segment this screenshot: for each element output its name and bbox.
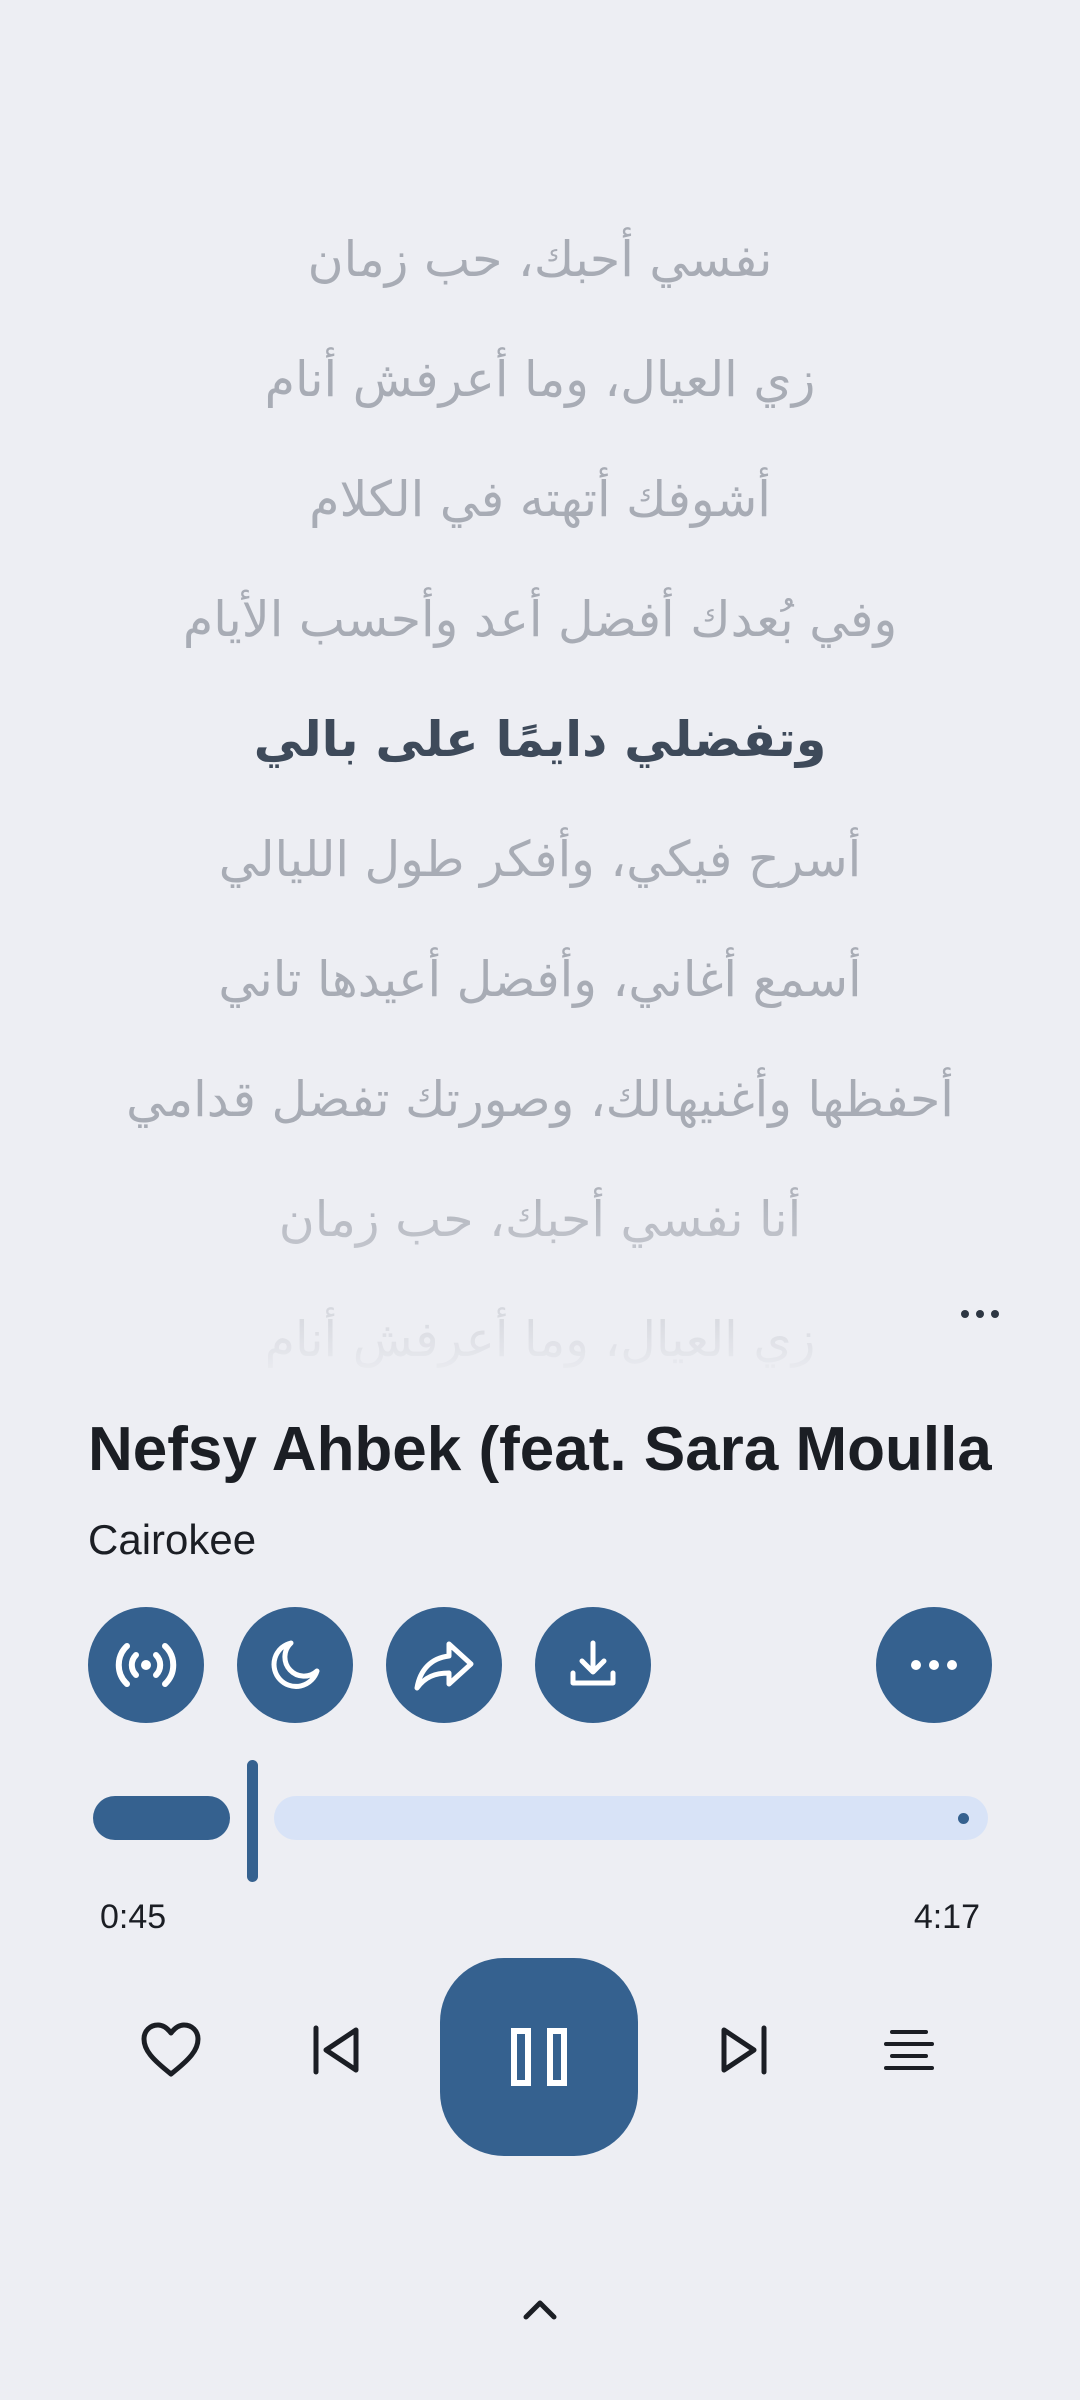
more-icon [911, 1660, 957, 1670]
dot [976, 1310, 984, 1318]
track-title[interactable]: Nefsy Ahbek (feat. Sara Moullablad) [88, 1410, 992, 1490]
total-time: 4:17 [913, 1898, 980, 1936]
download-button[interactable] [535, 1607, 651, 1723]
dot [961, 1310, 969, 1318]
broadcast-button[interactable] [88, 1607, 204, 1723]
favorite-button[interactable] [121, 2000, 221, 2100]
seek-remaining-track [274, 1796, 988, 1840]
seek-bar[interactable] [88, 1760, 992, 1882]
lyrics-button[interactable] [859, 2000, 959, 2100]
chevron-up-icon [523, 2300, 557, 2320]
seek-thumb[interactable] [247, 1760, 258, 1882]
heart-icon [141, 2022, 201, 2077]
lyric-line[interactable]: أنا نفسي أحبك، حب زمان [0, 1160, 1080, 1280]
broadcast-icon [115, 1643, 177, 1687]
dot [991, 1310, 999, 1318]
lyrics-view[interactable]: نفسي أحبك، حب زمان زي العيال، وما أعرفش … [0, 200, 1080, 1380]
next-button[interactable] [694, 2000, 794, 2100]
seek-end-dot [958, 1813, 969, 1824]
download-icon [570, 1640, 616, 1686]
previous-button[interactable] [286, 2000, 386, 2100]
pause-button[interactable] [440, 1958, 638, 2156]
lyrics-more-button[interactable] [950, 1294, 1010, 1334]
lyric-line-current[interactable]: وتفضلي دايمًا على بالي [0, 680, 1080, 800]
skip-previous-icon [313, 2025, 359, 2075]
lyric-line[interactable]: نفسي أحبك، حب زمان [0, 200, 1080, 320]
pause-icon [511, 2028, 567, 2086]
lyric-line[interactable]: زي العيال، وما أعرفش أنام [0, 1280, 1080, 1380]
skip-next-icon [721, 2025, 767, 2075]
seek-played-track [93, 1796, 230, 1840]
share-button[interactable] [386, 1607, 502, 1723]
lyrics-icon [884, 2030, 934, 2070]
share-icon [414, 1641, 474, 1691]
lyric-line[interactable]: أحفظها وأغنيهالك، وصورتك تفضل قدامي [0, 1040, 1080, 1160]
lyric-line[interactable]: أسرح فيكي، وأفكر طول الليالي [0, 800, 1080, 920]
sleep-timer-button[interactable] [237, 1607, 353, 1723]
lyric-line[interactable]: أسمع أغاني، وأفضل أعيدها تاني [0, 920, 1080, 1040]
sleep-timer-icon [271, 1640, 320, 1689]
lyric-line[interactable]: أشوفك أتهته في الكلام [0, 440, 1080, 560]
lyric-line[interactable]: وفي بُعدك أفضل أعد وأحسب الأيام [0, 560, 1080, 680]
track-artist[interactable]: Cairokee [88, 1510, 256, 1570]
lyric-line[interactable]: زي العيال، وما أعرفش أنام [0, 320, 1080, 440]
expand-queue-button[interactable] [500, 2280, 580, 2340]
more-options-button[interactable] [876, 1607, 992, 1723]
elapsed-time: 0:45 [100, 1898, 167, 1936]
